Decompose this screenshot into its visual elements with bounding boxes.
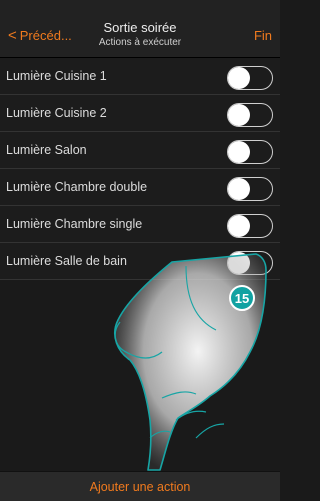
add-action-button[interactable]: Ajouter une action [90,480,191,494]
toggle-knob [228,104,250,126]
step-number-badge: 15 [229,285,255,311]
page-subtitle: Actions à exécuter [98,37,182,48]
list-item: Lumière Chambre single [0,206,280,243]
nav-header: < Précéd... Sortie soirée Actions à exéc… [0,0,280,58]
action-label: Lumière Chambre double [6,180,148,194]
chevron-left-icon: < [8,27,17,44]
back-button-label: Précéd... [19,28,72,43]
add-action-bar[interactable]: Ajouter une action [0,471,280,501]
action-label: Lumière Chambre single [6,217,143,231]
action-list: Lumière Cuisine 1 Lumière Cuisine 2 Lumi… [0,58,280,280]
header-titles: Sortie soirée Actions à exécuter [70,20,210,50]
toggle-knob [228,141,250,163]
action-toggle[interactable] [227,251,273,275]
action-toggle[interactable] [227,66,273,90]
action-label: Lumière Cuisine 1 [6,69,107,83]
back-button[interactable]: < Précéd... [8,28,72,43]
action-toggle[interactable] [227,103,273,127]
done-button[interactable]: Fin [254,28,272,43]
list-item: Lumière Chambre double [0,169,280,206]
action-label: Lumière Salle de bain [6,254,127,268]
toggle-knob [228,252,250,274]
action-toggle[interactable] [227,214,273,238]
list-item: Lumière Salle de bain [0,243,280,280]
toggle-knob [228,178,250,200]
list-item: Lumière Salon [0,132,280,169]
action-toggle[interactable] [227,140,273,164]
list-item: Lumière Cuisine 1 [0,58,280,95]
toggle-knob [228,67,250,89]
action-toggle[interactable] [227,177,273,201]
page-title: Sortie soirée [103,20,177,35]
list-item: Lumière Cuisine 2 [0,95,280,132]
action-label: Lumière Salon [6,143,87,157]
action-label: Lumière Cuisine 2 [6,106,107,120]
toggle-knob [228,215,250,237]
